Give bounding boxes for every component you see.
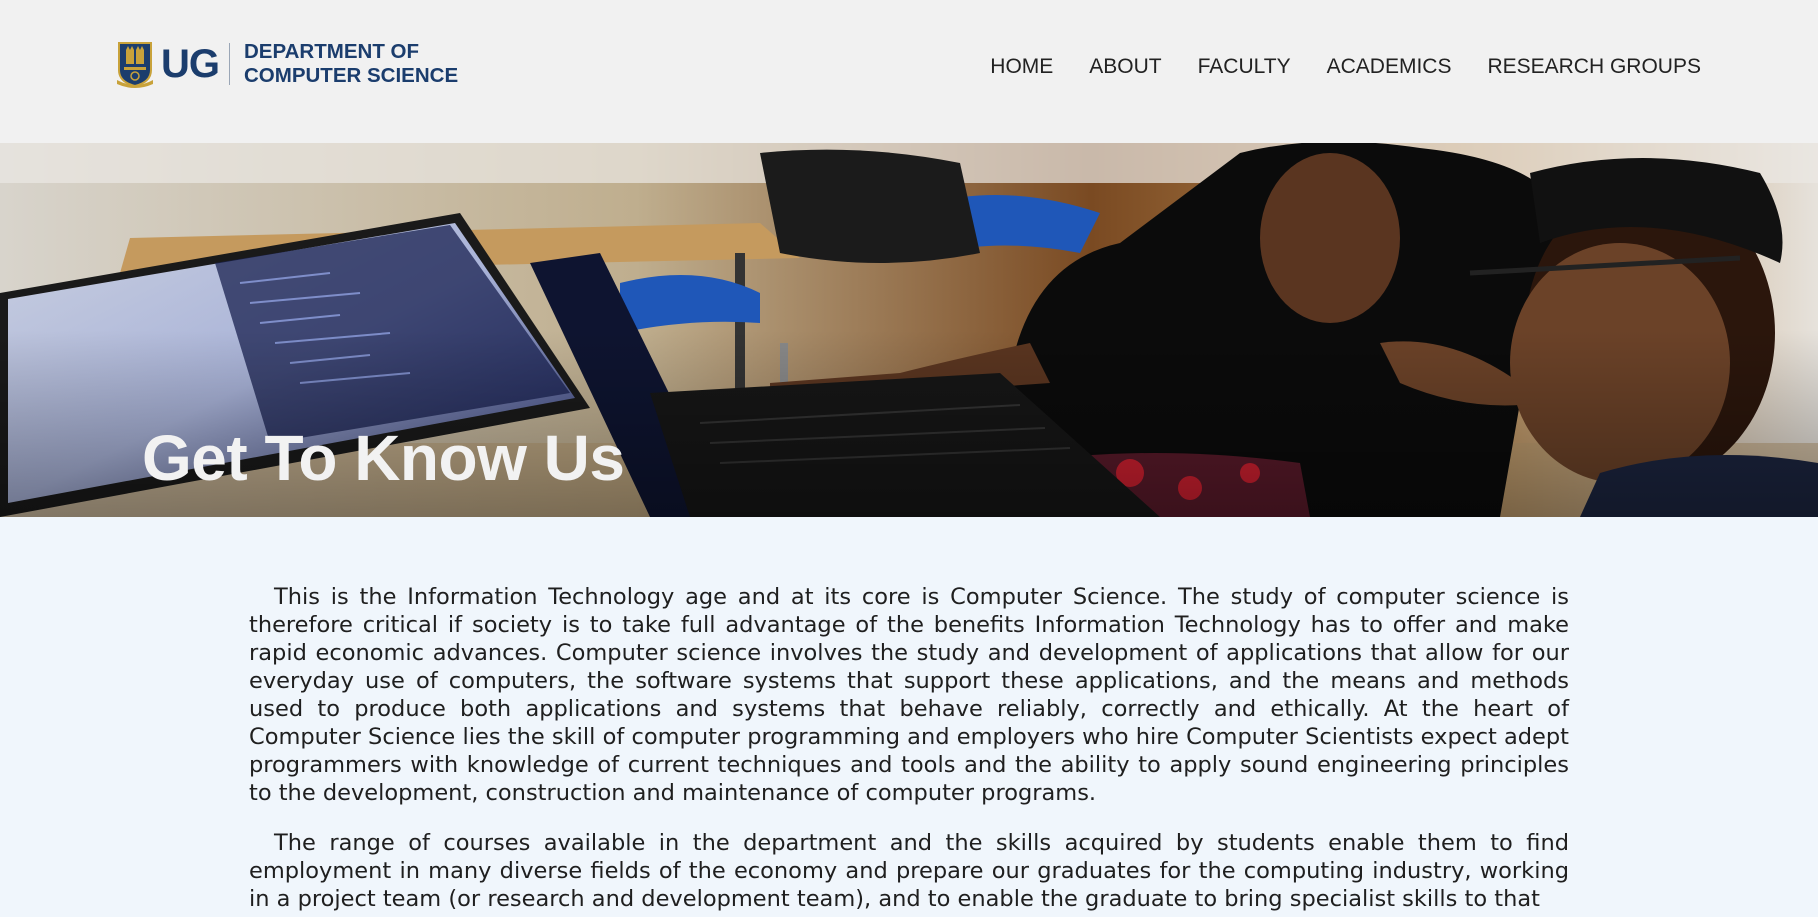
department-name-line2: COMPUTER SCIENCE: [244, 64, 459, 87]
hero-banner: Get To Know Us: [0, 143, 1818, 517]
about-paragraph-2: The range of courses available in the de…: [249, 830, 1569, 912]
nav-item-about[interactable]: ABOUT: [1089, 55, 1161, 79]
nav-item-home[interactable]: HOME: [990, 55, 1053, 79]
about-content: This is the Information Technology age a…: [249, 583, 1569, 917]
nav-item-faculty[interactable]: FACULTY: [1198, 55, 1291, 79]
department-name: DEPARTMENT OF COMPUTER SCIENCE: [244, 40, 458, 88]
logo-ug-text: UG: [161, 42, 220, 86]
site-header: UG DEPARTMENT OF COMPUTER SCIENCE HOME A…: [0, 0, 1818, 143]
nav-item-research-groups[interactable]: RESEARCH GROUPS: [1487, 55, 1701, 79]
site-logo[interactable]: UG DEPARTMENT OF COMPUTER SCIENCE: [116, 39, 458, 89]
about-paragraph-1: This is the Information Technology age a…: [249, 584, 1569, 806]
crest-icon: [117, 42, 153, 88]
hero-title: Get To Know Us: [142, 422, 625, 494]
logo-divider: [229, 43, 230, 85]
main-nav: HOME ABOUT FACULTY ACADEMICS RESEARCH GR…: [990, 55, 1701, 79]
nav-item-academics[interactable]: ACADEMICS: [1327, 55, 1452, 79]
department-name-line1: DEPARTMENT OF: [244, 40, 420, 63]
